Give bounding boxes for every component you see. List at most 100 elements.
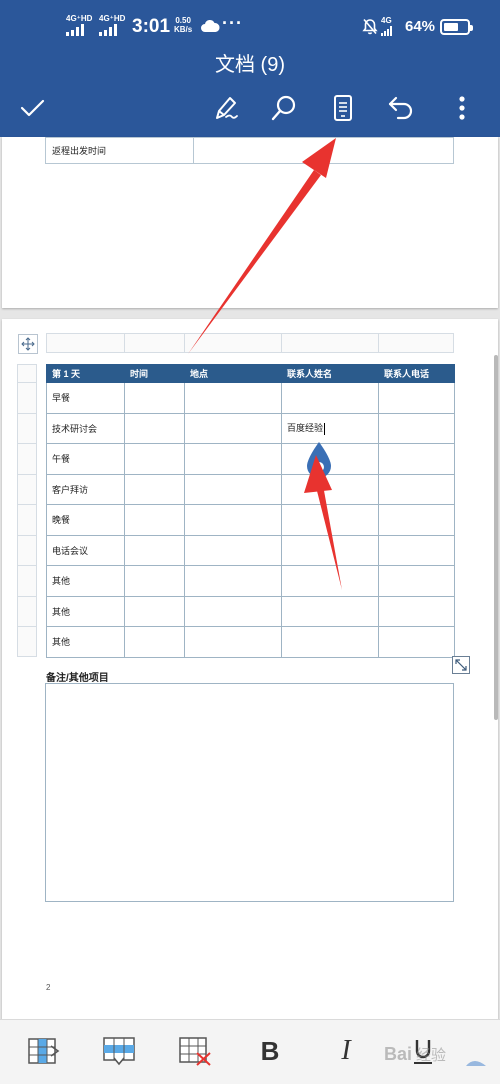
table-cell[interactable] xyxy=(378,534,455,566)
table-cell[interactable] xyxy=(378,626,455,658)
more-vert-icon[interactable] xyxy=(444,90,480,126)
cell-text: 百度经验 xyxy=(287,423,324,434)
table-cell[interactable] xyxy=(184,595,282,627)
row-selector[interactable] xyxy=(17,504,37,535)
row-selector[interactable] xyxy=(17,473,37,504)
table-cell[interactable] xyxy=(281,595,379,627)
delete-table-icon[interactable] xyxy=(177,1035,213,1067)
mobile-view-icon[interactable] xyxy=(325,90,361,126)
column-selector[interactable] xyxy=(281,333,378,353)
table-cell[interactable] xyxy=(378,595,455,627)
table-cell[interactable] xyxy=(378,412,455,444)
table-cell[interactable] xyxy=(281,534,379,566)
column-selector[interactable] xyxy=(378,333,454,353)
table-cell[interactable]: 其他 xyxy=(46,595,125,627)
bold-button[interactable]: B xyxy=(252,1035,288,1067)
vertical-scrollbar[interactable] xyxy=(494,355,498,720)
check-icon[interactable] xyxy=(14,90,50,126)
column-header-day[interactable]: 第 1 天 xyxy=(46,364,125,383)
table-row: 其他 xyxy=(46,626,455,658)
table-cell[interactable] xyxy=(378,382,455,414)
table-cell[interactable] xyxy=(281,382,379,414)
table-cell[interactable]: 午餐 xyxy=(46,443,125,475)
table-cell[interactable] xyxy=(378,473,455,505)
battery-icon xyxy=(440,19,473,35)
row-selector[interactable] xyxy=(17,595,37,626)
table-cell[interactable] xyxy=(124,626,185,658)
status-bar: 4G⁺HD 4G⁺HD 3:01 0.50 KB/s ··· 4G 64% xyxy=(0,0,500,52)
row-selector[interactable] xyxy=(17,626,37,657)
table-cell[interactable] xyxy=(124,504,185,536)
text-cursor xyxy=(324,423,326,436)
table-cell[interactable] xyxy=(378,504,455,536)
table-cell[interactable] xyxy=(281,504,379,536)
italic-button[interactable]: I xyxy=(328,1035,364,1067)
row-selector[interactable] xyxy=(17,443,37,474)
network-label-3: 4G xyxy=(381,16,392,25)
table-cell[interactable] xyxy=(193,137,454,164)
table-row: 电话会议 xyxy=(46,534,455,566)
row-selector[interactable] xyxy=(17,364,37,382)
signal-icon xyxy=(99,24,125,36)
table-cell[interactable] xyxy=(184,473,282,505)
table-cell[interactable] xyxy=(124,382,185,414)
signal-icon xyxy=(381,26,392,36)
table-row: 返程出发时间 xyxy=(45,137,454,164)
table-cell[interactable] xyxy=(124,595,185,627)
column-selector-bar[interactable] xyxy=(46,333,454,353)
table-cell[interactable] xyxy=(124,565,185,597)
table-resize-handle-icon[interactable] xyxy=(452,656,470,674)
search-icon[interactable] xyxy=(266,90,302,126)
column-header-time[interactable]: 时间 xyxy=(124,364,185,383)
table-move-handle-icon[interactable] xyxy=(18,334,38,354)
table-cell[interactable] xyxy=(124,534,185,566)
underline-icon[interactable] xyxy=(405,1035,441,1067)
selection-handle-icon[interactable] xyxy=(305,440,333,487)
table-cell[interactable] xyxy=(124,473,185,505)
battery-fill xyxy=(444,23,458,31)
table-cell[interactable] xyxy=(184,626,282,658)
table-cell[interactable] xyxy=(124,412,185,444)
column-header-contact-name[interactable]: 联系人姓名 xyxy=(281,364,379,383)
table-cell[interactable]: 客户拜访 xyxy=(46,473,125,505)
table-cell[interactable] xyxy=(281,626,379,658)
table-cell[interactable]: 晚餐 xyxy=(46,504,125,536)
network-indicator-3: 4G xyxy=(381,16,392,36)
column-selector[interactable] xyxy=(46,333,124,353)
insert-column-icon[interactable] xyxy=(26,1035,62,1067)
table-cell[interactable]: 其他 xyxy=(46,565,125,597)
row-selector[interactable] xyxy=(17,412,37,443)
bottom-toolbar: B I Bai 经验 xyxy=(0,1019,500,1084)
table-cell[interactable] xyxy=(378,565,455,597)
table-row: 早餐 xyxy=(46,382,455,414)
more-notifications-icon: ··· xyxy=(222,13,243,33)
table-cell[interactable] xyxy=(184,534,282,566)
column-header-location[interactable]: 地点 xyxy=(184,364,282,383)
table-cell[interactable] xyxy=(124,443,185,475)
table-cell[interactable] xyxy=(184,412,282,444)
table-cell[interactable]: 其他 xyxy=(46,626,125,658)
insert-row-icon[interactable] xyxy=(101,1035,137,1067)
table-cell[interactable] xyxy=(281,565,379,597)
row-selector[interactable] xyxy=(17,565,37,596)
row-selector-bar[interactable] xyxy=(17,364,37,657)
table-cell[interactable] xyxy=(184,443,282,475)
row-selector[interactable] xyxy=(17,534,37,565)
column-selector[interactable] xyxy=(124,333,184,353)
active-table-cell[interactable]: 百度经验 xyxy=(281,412,379,444)
table-cell[interactable] xyxy=(184,565,282,597)
pen-icon[interactable] xyxy=(207,90,243,126)
table-cell[interactable] xyxy=(184,382,282,414)
app-bar: 4G⁺HD 4G⁺HD 3:01 0.50 KB/s ··· 4G 64% 文档… xyxy=(0,0,500,137)
table-cell[interactable]: 电话会议 xyxy=(46,534,125,566)
table-cell[interactable]: 返程出发时间 xyxy=(45,137,194,164)
row-selector[interactable] xyxy=(17,382,37,413)
undo-icon[interactable] xyxy=(383,90,419,126)
table-cell[interactable] xyxy=(378,443,455,475)
table-cell[interactable]: 早餐 xyxy=(46,382,125,414)
column-header-contact-phone[interactable]: 联系人电话 xyxy=(378,364,455,383)
column-selector[interactable] xyxy=(184,333,281,353)
table-cell[interactable]: 技术研讨会 xyxy=(46,412,125,444)
notes-box[interactable] xyxy=(45,683,454,902)
table-cell[interactable] xyxy=(184,504,282,536)
